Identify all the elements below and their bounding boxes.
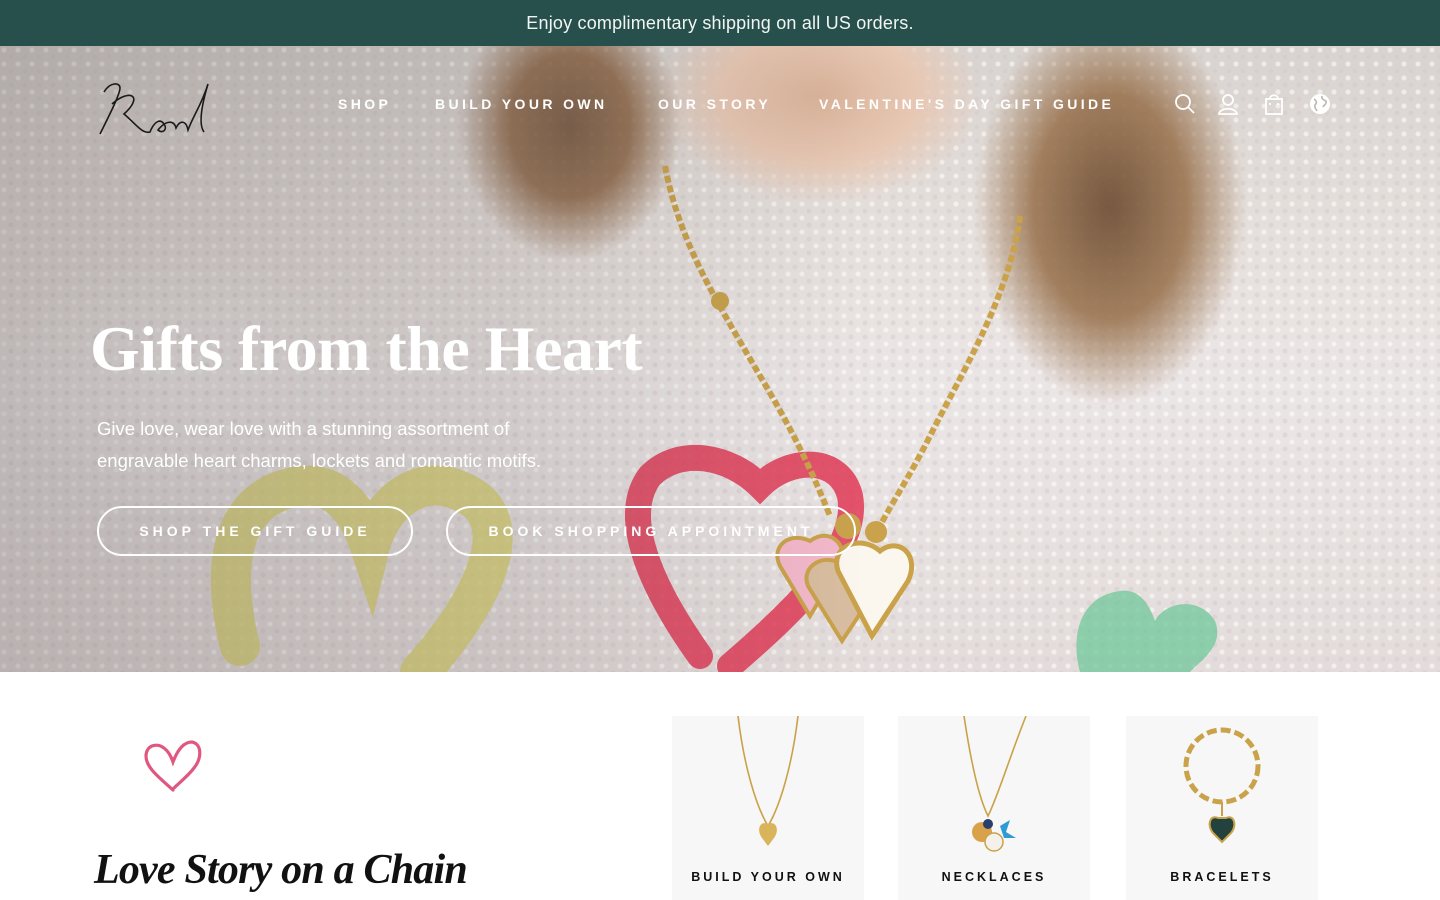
search-icon[interactable]	[1173, 92, 1197, 116]
hero-subtitle-line-2: engravable heart charms, lockets and rom…	[97, 450, 542, 471]
announcement-bar: Enjoy complimentary shipping on all US o…	[0, 0, 1440, 46]
nav-item-valentines-gift-guide[interactable]: VALENTINE'S DAY GIFT GUIDE	[819, 96, 1114, 112]
account-icon[interactable]	[1216, 92, 1240, 116]
hero-title: Gifts from the Heart	[90, 313, 643, 384]
shopping-bag-icon[interactable]	[1262, 92, 1286, 116]
nav-item-shop[interactable]: SHOP	[338, 96, 391, 112]
heart-doodle-icon	[144, 740, 202, 792]
category-label: BRACELETS	[1170, 870, 1274, 884]
category-card-necklaces[interactable]: NECKLACES	[898, 716, 1090, 900]
category-label: BUILD YOUR OWN	[691, 870, 845, 884]
category-label: NECKLACES	[941, 870, 1047, 884]
nav-item-our-story[interactable]: OUR STORY	[658, 96, 771, 112]
globe-icon[interactable]	[1308, 92, 1332, 116]
hero-subtitle: Give love, wear love with a stunning ass…	[97, 413, 617, 477]
category-card-build-your-own[interactable]: BUILD YOUR OWN	[672, 716, 864, 900]
category-card-bracelets[interactable]: BRACELETS	[1126, 716, 1318, 900]
nav-item-build-your-own[interactable]: BUILD YOUR OWN	[435, 96, 608, 112]
announcement-text: Enjoy complimentary shipping on all US o…	[526, 12, 914, 33]
section-heading: Love Story on a Chain	[94, 847, 468, 893]
book-appointment-button[interactable]: BOOK SHOPPING APPOINTMENT	[446, 506, 856, 556]
shop-gift-guide-button[interactable]: SHOP THE GIFT GUIDE	[97, 506, 413, 556]
hero-subtitle-line-1: Give love, wear love with a stunning ass…	[97, 418, 510, 439]
brand-logo[interactable]	[90, 74, 220, 148]
logo-mark	[99, 83, 209, 135]
